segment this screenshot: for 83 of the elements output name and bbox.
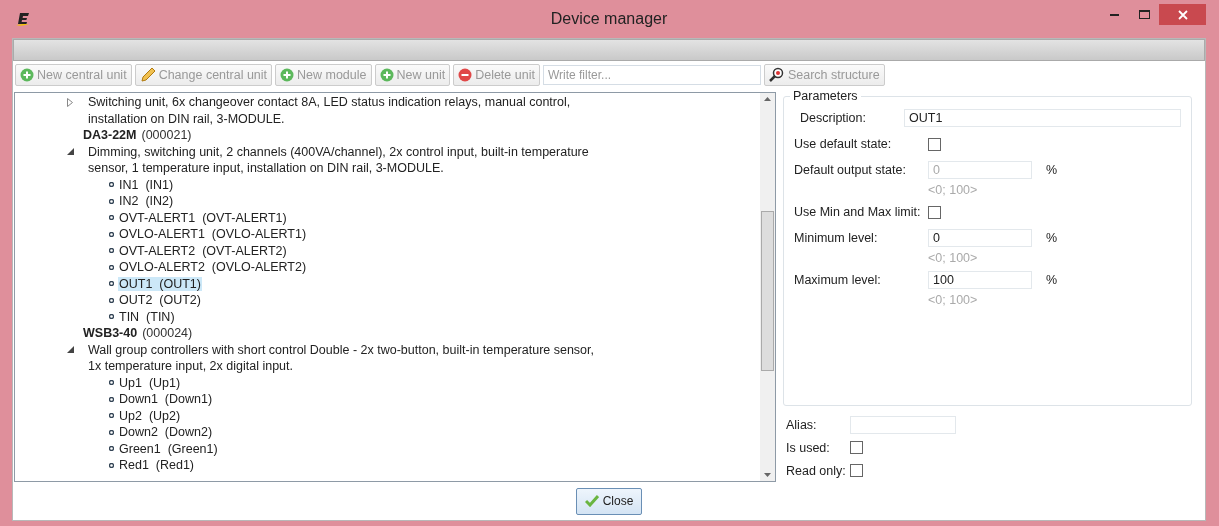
- checkbox[interactable]: [928, 205, 941, 219]
- bullet-icon: [109, 413, 114, 419]
- device-name[interactable]: DA3-22M: [83, 128, 137, 143]
- bullet-icon: [109, 215, 114, 221]
- description-field[interactable]: OUT1: [904, 109, 1181, 127]
- checkbox[interactable]: [850, 441, 863, 454]
- range-hint: <0; 100>: [928, 183, 979, 197]
- device-code: (000021): [141, 128, 192, 143]
- bullet-icon: [109, 231, 114, 237]
- field-label: Use default state:: [794, 137, 893, 151]
- unit-label: %: [1046, 273, 1058, 287]
- unit-label: %: [1046, 163, 1058, 177]
- pencil-icon: [139, 67, 156, 83]
- tree-item[interactable]: Red1 (Red1): [118, 458, 196, 473]
- tree-item[interactable]: IN1 (IN1): [118, 177, 175, 192]
- field-label: Maximum level:: [794, 273, 882, 287]
- bullet-icon: [109, 429, 114, 435]
- tree-item[interactable]: OVT-ALERT1 (OVT-ALERT1): [118, 210, 288, 225]
- number-field[interactable]: 100: [928, 271, 1032, 289]
- bullet-icon: [109, 264, 114, 270]
- bullet-icon: [109, 396, 114, 402]
- scroll-thumb[interactable]: [761, 211, 774, 371]
- app-logo-icon: [15, 11, 31, 27]
- device-description: Wall group controllers with short control Double - 2x two-button, built-in temperature sensor, 1x temperature input, 2x digital input.: [88, 341, 596, 375]
- tree-item[interactable]: Up2 (Up2): [118, 408, 182, 423]
- close-button[interactable]: [1159, 4, 1206, 25]
- maximize-icon: [1138, 10, 1150, 19]
- tree-item[interactable]: IN2 (IN2): [118, 194, 175, 209]
- alias-field[interactable]: [850, 415, 956, 434]
- tree-item[interactable]: Down1 (Down1): [118, 392, 214, 407]
- field-label: Alias:: [786, 417, 818, 432]
- checkbox[interactable]: [928, 137, 941, 151]
- field-label: Read only:: [786, 463, 847, 478]
- expanded-arrow-icon[interactable]: [67, 147, 74, 155]
- minus-icon: [458, 68, 473, 82]
- bullet-icon: [109, 462, 114, 468]
- tree-item[interactable]: Green1 (Green1): [118, 441, 219, 456]
- checkbox[interactable]: [850, 464, 863, 477]
- tree-item[interactable]: OVT-ALERT2 (OVT-ALERT2): [118, 243, 288, 258]
- scroll-up-icon[interactable]: [764, 97, 771, 101]
- tree-item[interactable]: Up1 (Up1): [118, 375, 182, 390]
- tree-item[interactable]: OVLO-ALERT2 (OVLO-ALERT2): [118, 260, 308, 275]
- scrollbar[interactable]: [760, 93, 775, 481]
- search-icon: [768, 67, 785, 83]
- tree-item[interactable]: OVLO-ALERT1 (OVLO-ALERT1): [118, 227, 308, 242]
- scroll-down-icon[interactable]: [764, 473, 771, 477]
- checkmark-icon: [584, 495, 599, 507]
- bullet-icon: [109, 297, 114, 303]
- device-description: Dimming, switching unit, 2 channels (400VA/channel), 2x control input, built-in temperature sensor, 1 temperature input, installation on DIN rail, 3-MODULE.: [88, 143, 590, 177]
- number-field[interactable]: 0: [928, 229, 1032, 247]
- field-label: Description:: [800, 111, 867, 125]
- range-hint: <0; 100>: [928, 251, 979, 265]
- collapsed-arrow-icon[interactable]: [67, 98, 73, 107]
- field-label: Use Min and Max limit:: [794, 205, 922, 219]
- field-label: Is used:: [786, 440, 831, 455]
- bullet-icon: [109, 281, 114, 287]
- bullet-icon: [109, 198, 114, 204]
- device-code: (000024): [142, 326, 193, 341]
- close-icon: [1177, 9, 1188, 20]
- plus-icon: [280, 68, 295, 82]
- tree-item[interactable]: TIN (TIN): [118, 309, 176, 324]
- window-title: Device manager: [550, 10, 668, 28]
- tree-item[interactable]: OUT1 (OUT1): [118, 276, 202, 291]
- bullet-icon: [109, 380, 114, 386]
- filter-field[interactable]: Write filter...: [542, 65, 761, 85]
- plus-icon: [379, 68, 394, 82]
- minimize-icon: [1109, 13, 1119, 16]
- field-label: Default output state:: [794, 163, 907, 177]
- plus-icon: [20, 68, 34, 82]
- close-dialog-button[interactable]: Close: [575, 487, 643, 515]
- expanded-arrow-icon[interactable]: [67, 345, 74, 353]
- tree-item[interactable]: OUT2 (OUT2): [118, 293, 202, 308]
- tree-item[interactable]: Down2 (Down2): [118, 425, 214, 440]
- bullet-icon: [109, 248, 114, 254]
- range-hint: <0; 100>: [928, 293, 979, 307]
- bullet-icon: [109, 314, 114, 320]
- device-description: Switching unit, 6x changeover contact 8A, LED status indication relays, manual control, installation on DIN rail, 3-MODULE.: [88, 94, 572, 127]
- unit-label: %: [1046, 231, 1058, 245]
- bullet-icon: [109, 182, 114, 188]
- field-label: Minimum level:: [794, 231, 879, 245]
- device-name[interactable]: WSB3-40: [83, 326, 138, 341]
- bullet-icon: [109, 446, 114, 452]
- group-title: Parameters: [790, 89, 861, 103]
